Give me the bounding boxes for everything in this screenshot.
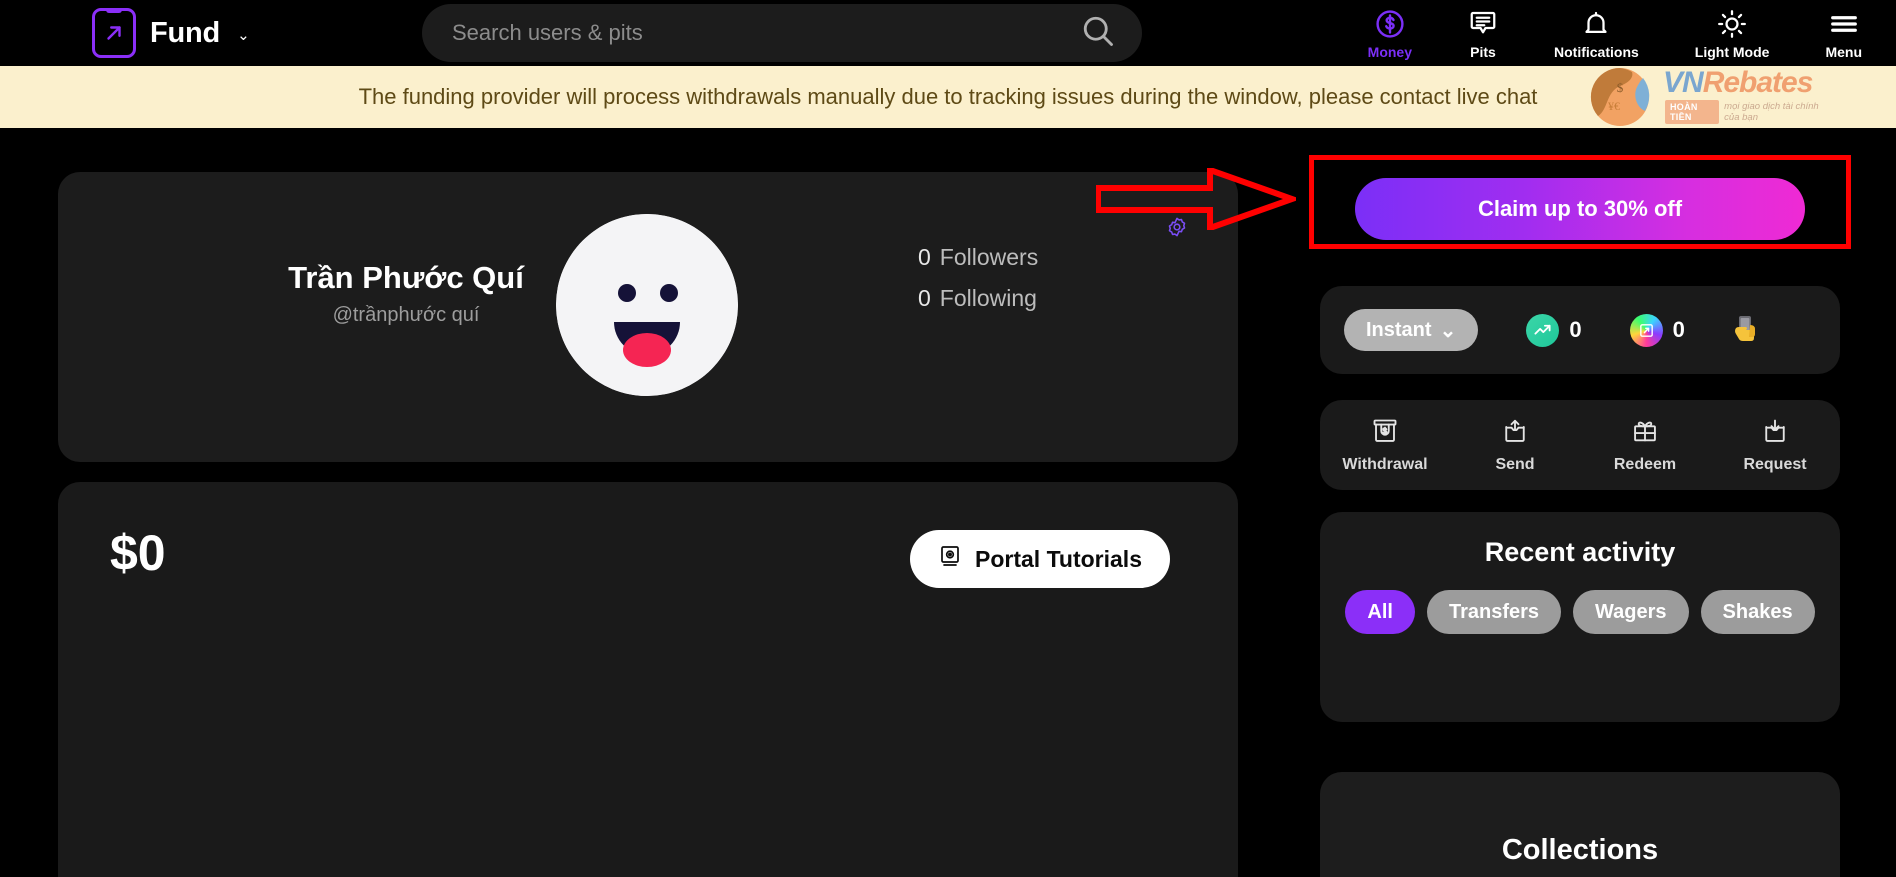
action-send-label: Send <box>1495 455 1535 473</box>
stat-followers[interactable]: 0 Followers <box>918 244 1038 271</box>
recent-activity-title: Recent activity <box>1484 537 1676 567</box>
withdrawal-tray-dollar-icon <box>1371 417 1399 450</box>
stat-followers-value: 0 <box>918 244 931 270</box>
nav-label-notifications: Notifications <box>1554 43 1639 60</box>
nav-label-menu: Menu <box>1825 43 1862 60</box>
filter-shakes[interactable]: Shakes <box>1700 590 1815 634</box>
search-icon[interactable] <box>1080 13 1116 54</box>
profile-handle: @trầnphước quí <box>332 304 480 326</box>
wallet-stat-collectibles-value: 0 <box>1672 317 1685 342</box>
search-bar[interactable] <box>422 4 1142 62</box>
trend-up-circle-icon <box>1526 313 1560 347</box>
nav-label-money: Money <box>1367 43 1412 60</box>
recent-activity-filters: All Transfers Wagers Shakes <box>1320 590 1840 634</box>
stat-following-value: 0 <box>918 285 931 311</box>
action-send[interactable]: Send <box>1460 417 1570 474</box>
wallet-mode-card: Instant ⌄ 0 0 <box>1320 286 1840 374</box>
smiley-face-avatar <box>556 214 738 396</box>
instant-mode-label: Instant <box>1366 318 1432 341</box>
brand-name: Fund <box>150 16 221 49</box>
profile-card: Trần Phước Quí @trầnphước quí 0 Followers… <box>58 172 1238 462</box>
filter-transfers[interactable]: Transfers <box>1426 590 1562 634</box>
chevron-down-icon: ⌄ <box>1439 319 1457 342</box>
balance-card: $0 Portal Tutorials Protected with free … <box>58 482 1238 877</box>
portal-tutorials-label: Portal Tutorials <box>975 545 1142 572</box>
wallet-stat-trend[interactable]: 0 <box>1526 313 1582 347</box>
arrow-up-right-app-icon <box>92 8 136 58</box>
book-video-icon <box>938 544 962 574</box>
action-redeem[interactable]: Redeem <box>1590 417 1700 474</box>
wallet-stat-trend-value: 0 <box>1569 317 1582 342</box>
stat-followers-label: Followers <box>939 244 1039 270</box>
action-redeem-label: Redeem <box>1613 455 1677 473</box>
page-title: Trần Phước Quí <box>288 260 524 295</box>
search-input[interactable] <box>452 20 1080 46</box>
hand-holding-phone-icon[interactable] <box>1733 313 1761 348</box>
announcement-banner: The funding provider will process withdr… <box>0 66 1896 128</box>
speech-bubble-lines-icon <box>1468 7 1498 41</box>
sun-icon <box>1716 7 1748 41</box>
request-download-tray-icon <box>1761 417 1789 450</box>
wallet-actions-card: Withdrawal Send Redeem Request <box>1320 400 1840 490</box>
nav-item-pits[interactable]: Pits <box>1468 7 1498 60</box>
action-request[interactable]: Request <box>1720 417 1830 474</box>
action-withdrawal[interactable]: Withdrawal <box>1330 417 1440 474</box>
balance-amount: $0 <box>110 525 166 581</box>
header-nav: Money Pits Notifications Light Mode Menu <box>1368 0 1862 66</box>
red-annotation-arrow <box>1096 168 1296 230</box>
stat-following[interactable]: 0 Following <box>918 285 1038 312</box>
collections-card: Collections <box>1320 772 1840 877</box>
action-withdrawal-label: Withdrawal <box>1342 455 1428 473</box>
top-header: Fund ⌄ Money <box>0 0 1896 66</box>
brand-logo-group[interactable]: Fund ⌄ <box>92 8 250 58</box>
action-request-label: Request <box>1743 455 1807 473</box>
instant-mode-dropdown[interactable]: Instant ⌄ <box>1344 309 1479 351</box>
nav-item-money[interactable]: Money <box>1368 7 1412 60</box>
wallet-stat-collectibles[interactable]: 0 <box>1629 313 1685 347</box>
announcement-banner-text: The funding provider will process withdr… <box>358 84 1538 109</box>
nav-label-pits: Pits <box>1470 43 1496 60</box>
portal-tutorials-button[interactable]: Portal Tutorials <box>910 530 1170 588</box>
filter-wagers[interactable]: Wagers <box>1573 590 1689 634</box>
dollar-circle-icon <box>1374 7 1406 41</box>
profile-stats: 0 Followers 0 Following <box>918 244 1038 326</box>
hamburger-menu-icon <box>1827 7 1861 41</box>
recent-activity-card: Recent activity All Transfers Wagers Sha… <box>1320 512 1840 722</box>
chevron-down-icon[interactable]: ⌄ <box>237 26 250 44</box>
nav-item-light-mode[interactable]: Light Mode <box>1694 7 1770 60</box>
app-root: Fund ⌄ Money <box>0 0 1896 877</box>
rainbow-frame-circle-icon <box>1629 313 1663 347</box>
bell-icon <box>1581 7 1611 41</box>
collections-title: Collections <box>1501 834 1659 866</box>
stat-following-label: Following <box>939 285 1037 311</box>
nav-item-notifications[interactable]: Notifications <box>1554 7 1639 60</box>
nav-item-menu[interactable]: Menu <box>1825 7 1862 60</box>
gift-box-icon <box>1631 417 1659 450</box>
send-upload-tray-icon <box>1501 417 1529 450</box>
filter-all[interactable]: All <box>1345 590 1415 634</box>
avatar[interactable] <box>556 214 738 396</box>
nav-label-light-mode: Light Mode <box>1694 43 1770 60</box>
claim-discount-button[interactable]: Claim up to 30% off <box>1355 178 1805 240</box>
